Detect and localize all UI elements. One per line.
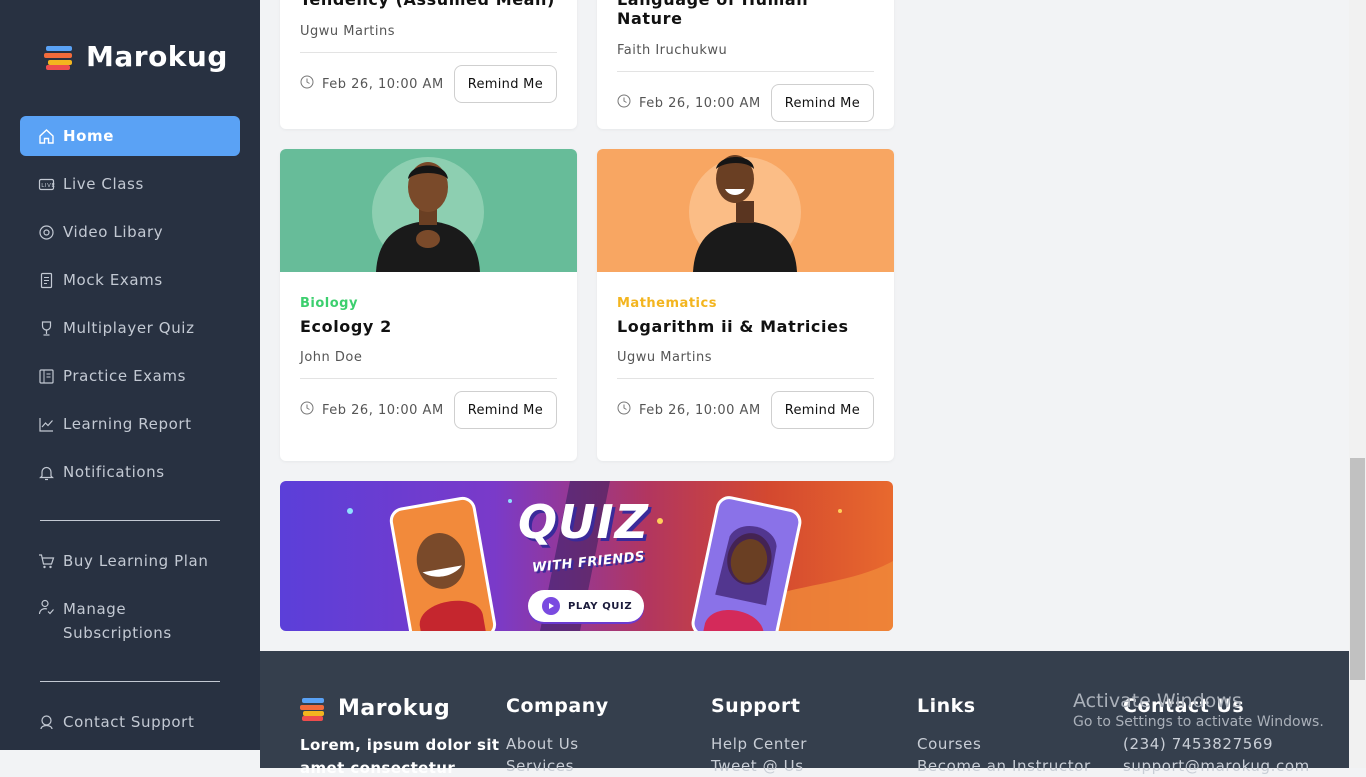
- class-date: Feb 26, 10:00 AM: [639, 95, 761, 111]
- chart-icon: [38, 416, 55, 433]
- sidebar-item-label: Buy Learning Plan: [63, 552, 209, 570]
- sidebar-logo[interactable]: Marokug: [44, 40, 228, 73]
- sidebar-item-buy-learning-plan[interactable]: Buy Learning Plan: [20, 541, 240, 581]
- footer-link-courses[interactable]: Courses: [917, 735, 981, 753]
- class-title: Ecology 2: [300, 317, 392, 336]
- home-icon: [38, 128, 55, 145]
- sidebar-item-label: Live Class: [63, 175, 144, 193]
- class-card[interactable]: Mathematics Logarithm ii & Matricies Ugw…: [597, 149, 894, 461]
- sidebar-item-label: Notifications: [63, 463, 165, 481]
- trophy-icon: [38, 320, 55, 337]
- sidebar-item-label: Video Libary: [63, 223, 164, 241]
- footer-link-help-center[interactable]: Help Center: [711, 735, 807, 753]
- footer-heading-company: Company: [506, 695, 609, 717]
- footer-about-text: amet consectetur: [300, 759, 456, 777]
- logo-icon: [44, 44, 74, 70]
- headset-icon: [38, 714, 55, 731]
- play-quiz-label: PLAY QUIZ: [568, 600, 633, 612]
- sidebar-item-video-library[interactable]: Video Libary: [20, 212, 240, 252]
- clock-icon: [617, 401, 631, 419]
- sidebar-divider: [40, 520, 220, 521]
- sidebar-item-mock-exams[interactable]: Mock Exams: [20, 260, 240, 300]
- brand-name: Marokug: [86, 40, 228, 73]
- card-divider: [300, 378, 557, 379]
- clock-icon: [300, 401, 314, 419]
- footer-link-tweet[interactable]: Tweet @ Us: [711, 757, 804, 775]
- class-category: Biology: [300, 296, 358, 311]
- instructor-photo: [693, 155, 797, 272]
- remind-me-button[interactable]: Remind Me: [453, 391, 557, 429]
- document-icon: [38, 272, 55, 289]
- sidebar-item-label: Contact Support: [63, 713, 195, 731]
- footer-link-services[interactable]: Services: [506, 757, 574, 775]
- footer-link-become-instructor[interactable]: Become an Instructor: [917, 757, 1091, 775]
- watermark-title: Activate Windows: [1073, 690, 1242, 712]
- bell-icon: [38, 464, 55, 481]
- remind-me-button[interactable]: Remind Me: [453, 65, 557, 103]
- footer-logo[interactable]: Marokug: [300, 696, 450, 721]
- class-card: Language of Human Nature Faith Iruchukwu…: [597, 0, 894, 129]
- sidebar-item-label: Practice Exams: [63, 367, 187, 385]
- card-divider: [300, 52, 557, 53]
- svg-text:LIVE: LIVE: [41, 183, 55, 189]
- class-author: Faith Iruchukwu: [617, 43, 728, 58]
- quiz-banner[interactable]: QUIZ WITH FRIENDS PLAY QUIZ: [280, 481, 893, 631]
- footer-link-about-us[interactable]: About Us: [506, 735, 579, 753]
- sidebar-item-label: Learning Report: [63, 415, 192, 433]
- class-title: Tendency (Assumed Mean): [300, 0, 557, 9]
- remind-me-button[interactable]: Remind Me: [770, 84, 874, 122]
- sidebar-item-notifications[interactable]: Notifications: [20, 452, 240, 492]
- class-date: Feb 26, 10:00 AM: [322, 76, 444, 92]
- banner-title: QUIZ: [518, 495, 649, 549]
- clock-icon: [300, 75, 314, 93]
- watermark-subtitle: Go to Settings to activate Windows.: [1073, 714, 1324, 730]
- sidebar-item-label: Manage Subscriptions: [63, 600, 172, 642]
- footer-contact-phone[interactable]: (234) 7453827569: [1123, 735, 1273, 753]
- sidebar-item-multiplayer-quiz[interactable]: Multiplayer Quiz: [20, 308, 240, 348]
- logo-icon: [300, 697, 326, 721]
- sidebar-item-manage-subscriptions[interactable]: Manage Subscriptions: [20, 597, 240, 649]
- card-divider: [617, 378, 874, 379]
- footer-brand-name: Marokug: [338, 696, 451, 721]
- footer-heading-links: Links: [917, 695, 976, 717]
- sidebar-item-learning-report[interactable]: Learning Report: [20, 404, 240, 444]
- class-date: Feb 26, 10:00 AM: [639, 402, 761, 418]
- class-date: Feb 26, 10:00 AM: [322, 402, 444, 418]
- remind-me-button[interactable]: Remind Me: [770, 391, 874, 429]
- class-title: Logarithm ii & Matricies: [617, 317, 849, 336]
- class-card: Tendency (Assumed Mean) Ugwu Martins Feb…: [280, 0, 577, 129]
- sidebar-item-label: Home: [63, 127, 115, 145]
- sidebar-divider: [40, 681, 220, 682]
- class-author: John Doe: [300, 350, 363, 365]
- cart-icon: [38, 553, 55, 570]
- subscription-icon: [38, 599, 55, 616]
- class-thumbnail: [597, 149, 894, 272]
- class-card[interactable]: Biology Ecology 2 John Doe Feb 26, 10:00…: [280, 149, 577, 461]
- sidebar-item-live-class[interactable]: LIVE Live Class: [20, 164, 240, 204]
- sidebar: Marokug Home LIVE Live Class Video Libar…: [0, 0, 260, 750]
- sidebar-item-contact-support[interactable]: Contact Support: [20, 702, 240, 742]
- clock-icon: [617, 94, 631, 112]
- footer-heading-support: Support: [711, 695, 801, 717]
- class-thumbnail: [280, 149, 577, 272]
- live-icon: LIVE: [38, 176, 55, 193]
- sidebar-item-practice-exams[interactable]: Practice Exams: [20, 356, 240, 396]
- class-category: Mathematics: [617, 296, 717, 311]
- play-quiz-button[interactable]: PLAY QUIZ: [528, 590, 644, 622]
- video-icon: [38, 224, 55, 241]
- scrollbar-thumb[interactable]: [1350, 458, 1365, 680]
- class-title: Language of Human Nature: [617, 0, 808, 28]
- class-author: Ugwu Martins: [617, 350, 713, 365]
- sidebar-item-home[interactable]: Home: [20, 116, 240, 156]
- book-icon: [38, 368, 55, 385]
- instructor-photo: [376, 162, 480, 272]
- activate-windows-watermark: Activate Windows Go to Settings to activ…: [1073, 690, 1324, 730]
- sidebar-item-label: Multiplayer Quiz: [63, 319, 195, 337]
- sidebar-item-label: Mock Exams: [63, 271, 163, 289]
- play-icon: [542, 597, 560, 615]
- class-author: Ugwu Martins: [300, 24, 396, 39]
- footer-about-text: Lorem, ipsum dolor sit: [300, 736, 500, 754]
- card-divider: [617, 71, 874, 72]
- footer-contact-email[interactable]: support@marokug.com: [1123, 757, 1310, 775]
